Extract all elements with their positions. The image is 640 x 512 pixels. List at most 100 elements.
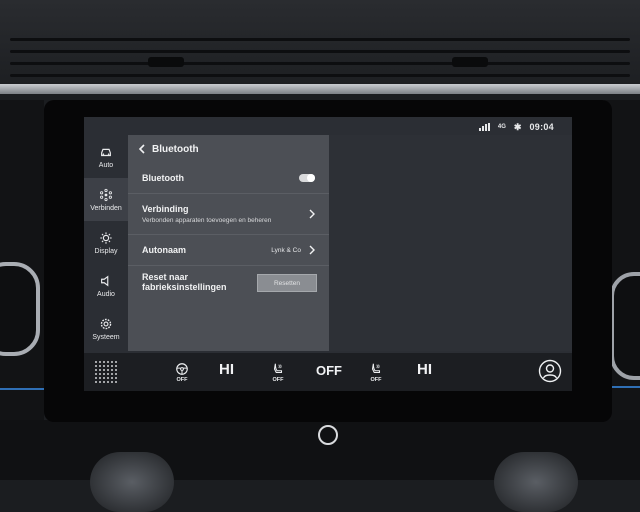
- grid-dot: [99, 377, 101, 379]
- grid-dot: [115, 373, 117, 375]
- grid-dot: [107, 373, 109, 375]
- network-type: 4G: [497, 124, 506, 130]
- ambient-light-right: [610, 386, 640, 388]
- back-arrow-icon[interactable]: [138, 144, 146, 154]
- nav-item-verbinden[interactable]: Verbinden: [84, 178, 128, 222]
- nav-label: Audio: [97, 291, 115, 299]
- nav-label: Systeem: [92, 334, 120, 342]
- fan-state[interactable]: OFF: [316, 363, 342, 378]
- nav-item-systeem[interactable]: Systeem: [84, 308, 128, 351]
- bluetooth-settings-panel: Bluetooth Bluetooth Verbinding Verbonden…: [128, 135, 329, 351]
- nav-item-auto[interactable]: Auto: [84, 135, 128, 178]
- speaker-icon: [101, 275, 109, 287]
- grid-dot: [99, 361, 101, 363]
- grid-dot: [103, 365, 105, 367]
- grid-dot: [95, 373, 97, 375]
- bluetooth-toggle-row[interactable]: Bluetooth: [128, 163, 329, 193]
- seat-heat-icon: [371, 363, 381, 373]
- grid-dot: [95, 377, 97, 379]
- home-button[interactable]: [318, 425, 338, 445]
- steering-wheel-heat-button[interactable]: OFF: [172, 358, 192, 386]
- ambient-light-left: [0, 388, 46, 390]
- grid-dot: [111, 381, 113, 383]
- grid-dot: [103, 381, 105, 383]
- bluetooth-status-icon: ✱: [513, 121, 522, 132]
- nav-label: Verbinden: [90, 204, 122, 212]
- climate-bar: OFF HI OFF OFF OFF HI: [84, 353, 572, 391]
- dashboard-trim: [0, 84, 640, 94]
- car-name-label: Autonaam: [142, 245, 187, 255]
- left-console-knob: [90, 452, 174, 512]
- steering-wheel-icon: [176, 362, 188, 375]
- grid-dot: [99, 365, 101, 367]
- right-seat-heat-button[interactable]: OFF: [366, 358, 386, 386]
- factory-reset-label: Reset naar fabrieksinstellingen: [142, 272, 227, 292]
- panel-title: Bluetooth: [152, 143, 199, 155]
- left-seat-heat-button[interactable]: OFF: [268, 358, 288, 386]
- grid-dot: [103, 377, 105, 379]
- brightness-icon: [100, 232, 112, 244]
- grid-dot: [115, 381, 117, 383]
- nav-item-display[interactable]: Display: [84, 221, 128, 264]
- grid-dot: [103, 361, 105, 363]
- seat-heat-icon: [273, 363, 283, 373]
- grid-dot: [107, 377, 109, 379]
- grid-dot: [103, 373, 105, 375]
- car-name-value: Lynk & Co: [271, 246, 301, 254]
- user-profile-icon[interactable]: [538, 359, 562, 383]
- bluetooth-toggle[interactable]: [299, 174, 315, 182]
- infotainment-screen: 4G ✱ 09:04 Auto Verbinden Display Audio …: [84, 117, 572, 391]
- app-grid-icon[interactable]: [94, 360, 118, 384]
- reset-button[interactable]: Resetten: [257, 274, 317, 292]
- nav-item-audio[interactable]: Audio: [84, 265, 128, 308]
- car-name-row[interactable]: Autonaam Lynk & Co: [128, 234, 329, 265]
- grid-dot: [107, 381, 109, 383]
- air-vent: [0, 0, 640, 92]
- connection-label: Verbinding: [142, 204, 189, 214]
- connection-subtitle: Verbonden apparaten toevoegen en beheren: [142, 217, 272, 224]
- clock: 09:04: [529, 122, 554, 132]
- factory-reset-label-line2: fabrieksinstellingen: [142, 282, 227, 292]
- nav-label: Auto: [98, 161, 114, 169]
- right-vent-knob: [610, 272, 640, 380]
- grid-dot: [95, 381, 97, 383]
- grid-dot: [99, 369, 101, 371]
- grid-dot: [95, 365, 97, 367]
- grid-dot: [95, 361, 97, 363]
- right-seat-heat-state: OFF: [370, 376, 382, 383]
- connect-icon: [100, 188, 112, 201]
- grid-dot: [99, 381, 101, 383]
- grid-dot: [95, 369, 97, 371]
- panel-header[interactable]: Bluetooth: [128, 135, 329, 163]
- right-console-knob: [494, 452, 578, 512]
- factory-reset-row: Reset naar fabrieksinstellingen Resetten: [128, 265, 329, 298]
- drive-mode-knob: [0, 262, 40, 356]
- connection-row[interactable]: Verbinding Verbonden apparaten toevoegen…: [128, 193, 329, 234]
- grid-dot: [111, 377, 113, 379]
- left-temperature[interactable]: HI: [219, 361, 234, 378]
- nav-label: Display: [94, 248, 118, 255]
- gear-icon: [100, 319, 112, 330]
- grid-dot: [103, 369, 105, 371]
- chevron-right-icon: [309, 245, 315, 255]
- bluetooth-label: Bluetooth: [142, 173, 184, 183]
- right-temperature[interactable]: HI: [417, 361, 432, 378]
- grid-dot: [115, 377, 117, 379]
- grid-dot: [111, 373, 113, 375]
- car-icon: [101, 148, 111, 156]
- content-area: [329, 135, 572, 351]
- grid-dot: [111, 361, 113, 363]
- grid-dot: [115, 361, 117, 363]
- chevron-right-icon: [309, 209, 315, 219]
- grid-dot: [111, 369, 113, 371]
- factory-reset-label-line1: Reset naar: [142, 272, 189, 282]
- grid-dot: [107, 365, 109, 367]
- steering-wheel-heat-state: OFF: [176, 376, 188, 383]
- grid-dot: [107, 369, 109, 371]
- settings-nav: Auto Verbinden Display Audio Systeem: [84, 135, 128, 351]
- signal-icon: [478, 123, 490, 131]
- grid-dot: [111, 365, 113, 367]
- grid-dot: [99, 373, 101, 375]
- status-bar: 4G ✱ 09:04: [478, 120, 554, 134]
- grid-dot: [115, 365, 117, 367]
